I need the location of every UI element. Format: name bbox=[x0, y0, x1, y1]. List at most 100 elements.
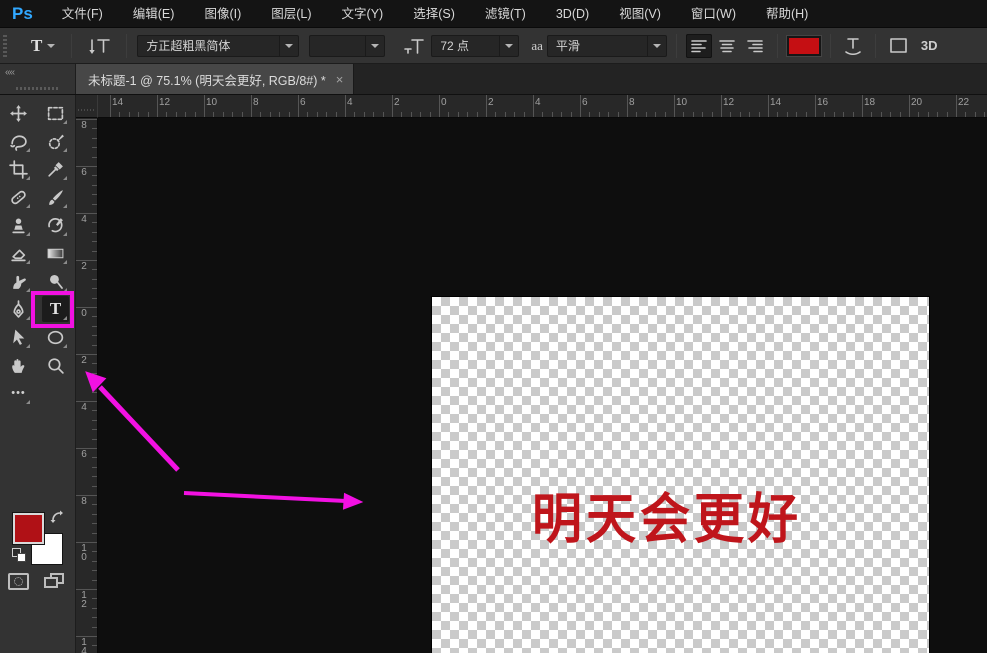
collapse-panel-button[interactable]: «« bbox=[5, 67, 14, 78]
default-colors-icon[interactable] bbox=[12, 548, 27, 563]
font-size-select[interactable]: 72 点 bbox=[431, 35, 519, 57]
lasso-tool[interactable] bbox=[5, 128, 32, 154]
edit-toolbar-button[interactable]: ••• bbox=[5, 380, 32, 406]
ruler-label: 14 bbox=[79, 638, 89, 653]
separator bbox=[71, 34, 72, 58]
smudge-tool[interactable] bbox=[5, 268, 32, 294]
history-brush-tool[interactable] bbox=[42, 212, 69, 238]
document-tab[interactable]: 未标题-1 @ 75.1% (明天会更好, RGB/8#) * × bbox=[76, 64, 354, 94]
options-bar-grip[interactable] bbox=[3, 35, 7, 57]
dodge-tool[interactable] bbox=[42, 268, 69, 294]
ellipse-shape-tool[interactable] bbox=[42, 324, 69, 350]
brush-tool[interactable] bbox=[42, 184, 69, 210]
align-center-button[interactable] bbox=[714, 34, 740, 58]
lasso-icon bbox=[9, 132, 28, 151]
font-size-value: 72 点 bbox=[432, 37, 499, 54]
zoom-tool[interactable] bbox=[42, 352, 69, 378]
color-control bbox=[0, 507, 76, 567]
font-family-select[interactable]: 方正超粗黑简体 bbox=[137, 35, 299, 57]
history-brush-icon bbox=[46, 216, 65, 235]
quick-selection-icon bbox=[46, 132, 65, 151]
text-orientation-icon bbox=[88, 36, 112, 56]
toggle-panels-button[interactable] bbox=[883, 33, 913, 59]
ruler-label: 14 bbox=[770, 97, 781, 108]
ruler-label: 2 bbox=[488, 97, 494, 108]
tool-options-bar: T 方正超粗黑简体 72 点 bbox=[0, 28, 987, 64]
separator bbox=[777, 34, 778, 58]
hand-tool[interactable] bbox=[5, 352, 32, 378]
menu-help[interactable]: 帮助(H) bbox=[751, 0, 823, 28]
chevron-down-icon bbox=[371, 44, 379, 48]
clone-stamp-tool[interactable] bbox=[5, 212, 32, 238]
menu-3d[interactable]: 3D(D) bbox=[541, 0, 604, 28]
tab-close-icon[interactable]: × bbox=[336, 73, 344, 86]
menu-window[interactable]: 窗口(W) bbox=[676, 0, 751, 28]
move-icon bbox=[9, 104, 28, 123]
text-color-swatch[interactable] bbox=[787, 36, 821, 56]
ruler-label: 6 bbox=[79, 168, 89, 177]
path-selection-tool[interactable] bbox=[5, 324, 32, 350]
pasteboard[interactable]: 明天会更好 bbox=[98, 118, 987, 653]
anti-alias-dropdown-button[interactable] bbox=[647, 36, 666, 56]
ruler-label: 8 bbox=[629, 97, 635, 108]
warp-text-button[interactable] bbox=[838, 33, 868, 59]
font-family-value: 方正超粗黑简体 bbox=[138, 37, 279, 54]
quick-mask-icon bbox=[14, 577, 23, 586]
canvas-type-layer-text[interactable]: 明天会更好 bbox=[532, 476, 802, 554]
ruler-label: 2 bbox=[79, 356, 89, 365]
text-orientation-toggle[interactable] bbox=[84, 33, 116, 59]
menu-layer[interactable]: 图层(L) bbox=[256, 0, 326, 28]
menu-type[interactable]: 文字(Y) bbox=[327, 0, 399, 28]
rectangular-marquee-tool[interactable] bbox=[42, 100, 69, 126]
ruler-label: 2 bbox=[394, 97, 400, 108]
type-tool-icon: T bbox=[31, 36, 42, 56]
foreground-color-swatch[interactable] bbox=[13, 513, 44, 544]
canvas-transparent-checkerboard[interactable]: 明天会更好 bbox=[432, 297, 929, 653]
eyedropper-tool[interactable] bbox=[42, 156, 69, 182]
vertical-ruler[interactable]: 864202468101214 bbox=[76, 118, 98, 653]
chevron-down-icon bbox=[505, 44, 513, 48]
ruler-label: 16 bbox=[817, 97, 828, 108]
current-tool-button[interactable]: T bbox=[27, 33, 59, 59]
horizontal-type-tool[interactable]: T bbox=[42, 296, 69, 322]
anti-alias-icon-wrap: aa bbox=[527, 33, 547, 59]
screen-mode-button[interactable] bbox=[44, 573, 66, 591]
hand-icon bbox=[9, 356, 28, 375]
warp-text-icon bbox=[842, 36, 864, 56]
eraser-tool[interactable] bbox=[5, 240, 32, 266]
3d-mode-button[interactable]: 3D bbox=[913, 38, 946, 53]
ruler-origin-corner[interactable] bbox=[76, 95, 98, 118]
menu-select[interactable]: 选择(S) bbox=[398, 0, 470, 28]
spot-healing-brush-tool[interactable] bbox=[5, 184, 32, 210]
anti-alias-value: 平滑 bbox=[548, 37, 647, 54]
menu-edit[interactable]: 编辑(E) bbox=[118, 0, 190, 28]
font-size-icon bbox=[403, 37, 425, 55]
ruler-label: 6 bbox=[582, 97, 588, 108]
align-left-button[interactable] bbox=[686, 34, 712, 58]
horizontal-ruler[interactable]: 14121086420246810121416182022 bbox=[98, 95, 987, 118]
quick-mask-button[interactable] bbox=[8, 573, 29, 590]
ruler-label: 14 bbox=[112, 97, 123, 108]
quick-selection-tool[interactable] bbox=[42, 128, 69, 154]
move-tool[interactable] bbox=[5, 100, 32, 126]
ruler-label: 8 bbox=[253, 97, 259, 108]
font-size-dropdown-button[interactable] bbox=[499, 36, 518, 56]
toolbar-grip[interactable] bbox=[16, 87, 58, 90]
document-area: 14121086420246810121416182022 8642024681… bbox=[76, 95, 987, 653]
font-style-dropdown-button[interactable] bbox=[365, 36, 384, 56]
menu-view[interactable]: 视图(V) bbox=[604, 0, 676, 28]
font-size-icon-wrap bbox=[399, 33, 431, 59]
gradient-tool[interactable] bbox=[42, 240, 69, 266]
pen-tool[interactable] bbox=[5, 296, 32, 322]
ruler-label: 8 bbox=[79, 497, 89, 506]
swap-colors-icon[interactable] bbox=[50, 510, 64, 527]
menu-filter[interactable]: 滤镜(T) bbox=[470, 0, 541, 28]
crop-tool[interactable] bbox=[5, 156, 32, 182]
menu-image[interactable]: 图像(I) bbox=[189, 0, 256, 28]
menu-file[interactable]: 文件(F) bbox=[47, 0, 118, 28]
font-style-select[interactable] bbox=[309, 35, 385, 57]
font-family-dropdown-button[interactable] bbox=[279, 36, 298, 56]
align-right-button[interactable] bbox=[742, 34, 768, 58]
anti-alias-select[interactable]: 平滑 bbox=[547, 35, 667, 57]
ruler-label: 10 bbox=[676, 97, 687, 108]
